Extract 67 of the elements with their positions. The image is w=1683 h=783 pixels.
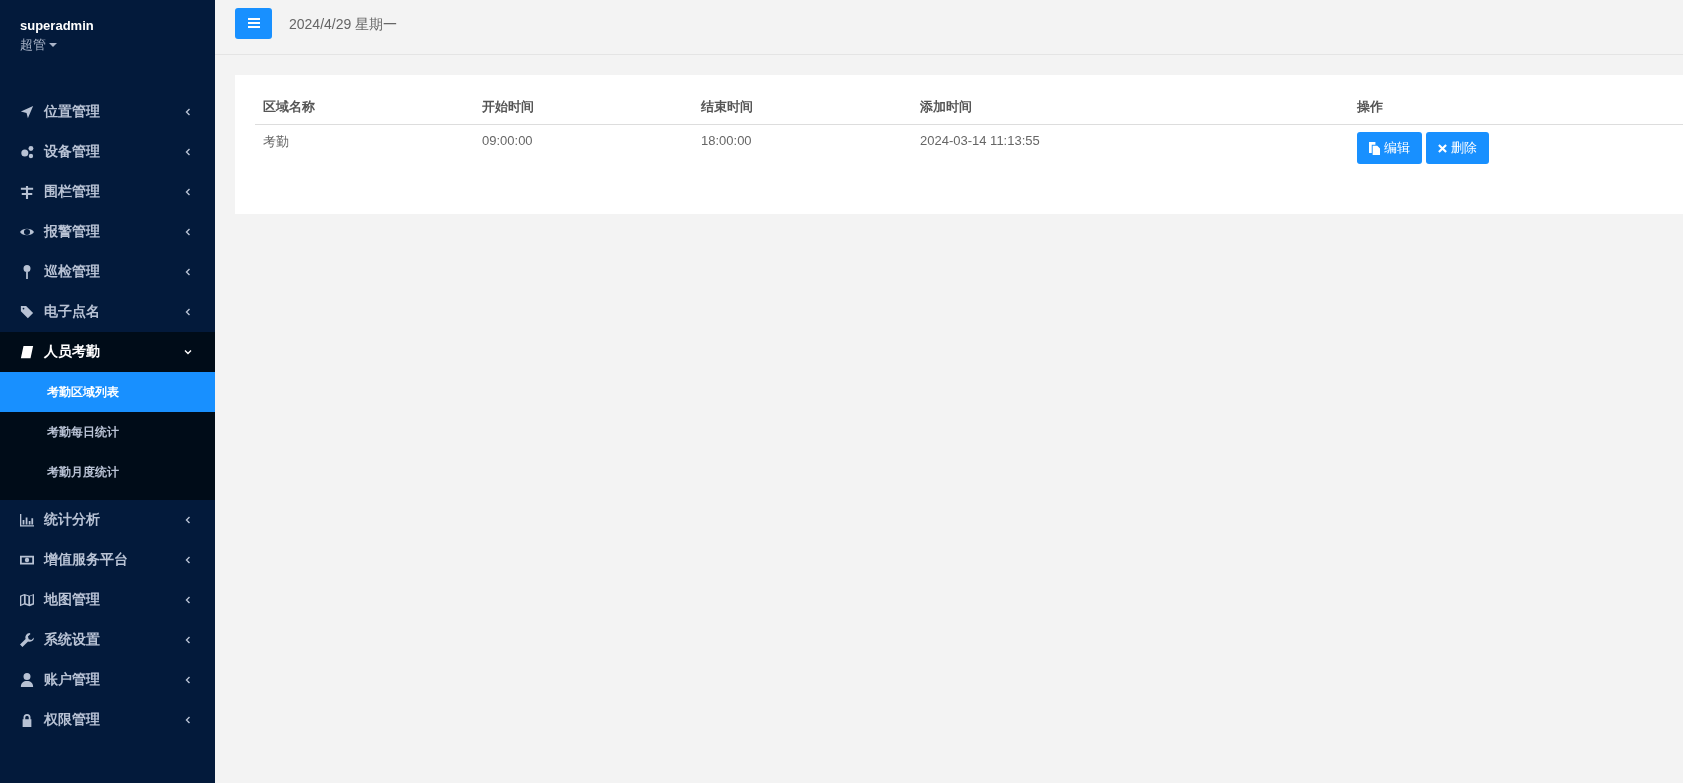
menu-item[interactable]: 设备管理 — [0, 132, 215, 172]
chevron-left-icon — [184, 308, 192, 316]
menu-item[interactable]: 统计分析 — [0, 500, 215, 540]
caret-icon — [49, 43, 57, 47]
menu-label: 围栏管理 — [44, 183, 101, 201]
menu-item[interactable]: 地图管理 — [0, 580, 215, 620]
chevron-left-icon — [184, 676, 192, 684]
chevron-left-icon — [184, 268, 192, 276]
chevron-left-icon — [184, 556, 192, 564]
chevron-left-icon — [184, 716, 192, 724]
menu-item[interactable]: 位置管理 — [0, 92, 215, 132]
column-header: 区域名称 — [255, 89, 474, 125]
menu-label: 权限管理 — [44, 711, 101, 729]
submenu-item[interactable]: 考勤每日统计 — [0, 412, 215, 452]
chevron-left-icon — [184, 188, 192, 196]
menu-label: 巡检管理 — [44, 263, 101, 281]
table-cell-text: 18:00:00 — [700, 132, 753, 150]
column-header: 操作 — [1349, 89, 1683, 125]
chevron-left-icon — [184, 228, 192, 236]
menu-item[interactable]: 权限管理 — [0, 700, 215, 740]
date-text: 2024/4/29 星期一 — [289, 16, 398, 34]
menu-label: 位置管理 — [44, 103, 101, 121]
table-cell-text: 考勤 — [262, 133, 290, 151]
menu-item[interactable]: 人员考勤 — [0, 332, 215, 372]
menu-item[interactable]: 围栏管理 — [0, 172, 215, 212]
chevron-left-icon — [184, 516, 192, 524]
column-header: 开始时间 — [474, 89, 693, 125]
menu-label: 电子点名 — [44, 303, 101, 321]
user-name: superadmin — [20, 18, 95, 33]
money-icon — [20, 553, 34, 567]
fence-icon — [20, 185, 34, 199]
table-cell-text: 09:00:00 — [481, 132, 534, 150]
menu-item[interactable]: 巡检管理 — [0, 252, 215, 292]
menu-item[interactable]: 账户管理 — [0, 660, 215, 700]
close-icon — [1438, 143, 1447, 153]
menu-button[interactable] — [235, 7, 272, 39]
menu-label: 人员考勤 — [44, 343, 101, 361]
menu-label: 地图管理 — [44, 591, 101, 609]
menu-icon — [247, 18, 260, 28]
wrench-icon — [20, 633, 34, 647]
menu-label: 统计分析 — [44, 511, 101, 529]
copy-icon — [1369, 141, 1380, 155]
map-icon — [20, 593, 34, 607]
submenu-item[interactable]: 考勤月度统计 — [0, 452, 215, 492]
table-cell-text: 2024-03-14 11:13:55 — [919, 132, 1041, 150]
menu-label: 报警管理 — [44, 223, 101, 241]
menu-label: 系统设置 — [44, 631, 101, 649]
location-arrow-icon — [20, 105, 34, 119]
bar-chart-icon — [20, 513, 34, 527]
menu-item[interactable]: 电子点名 — [0, 292, 215, 332]
lock-icon — [20, 713, 34, 727]
chevron-left-icon — [184, 596, 192, 604]
chevron-left-icon — [184, 108, 192, 116]
tag-icon — [20, 305, 34, 319]
chevron-left-icon — [184, 148, 192, 156]
menu-label: 账户管理 — [44, 671, 101, 689]
chevron-left-icon — [184, 636, 192, 644]
menu-label: 设备管理 — [44, 143, 101, 161]
user-icon — [20, 673, 34, 687]
chevron-down-icon — [184, 348, 192, 356]
menu-item[interactable]: 增值服务平台 — [0, 540, 215, 580]
column-header: 结束时间 — [693, 89, 912, 125]
column-header: 添加时间 — [912, 89, 1349, 125]
role-dropdown[interactable]: 超管 — [20, 36, 57, 54]
menu-item[interactable]: 系统设置 — [0, 620, 215, 660]
menu-label: 增值服务平台 — [44, 551, 129, 569]
menu-item[interactable]: 报警管理 — [0, 212, 215, 252]
